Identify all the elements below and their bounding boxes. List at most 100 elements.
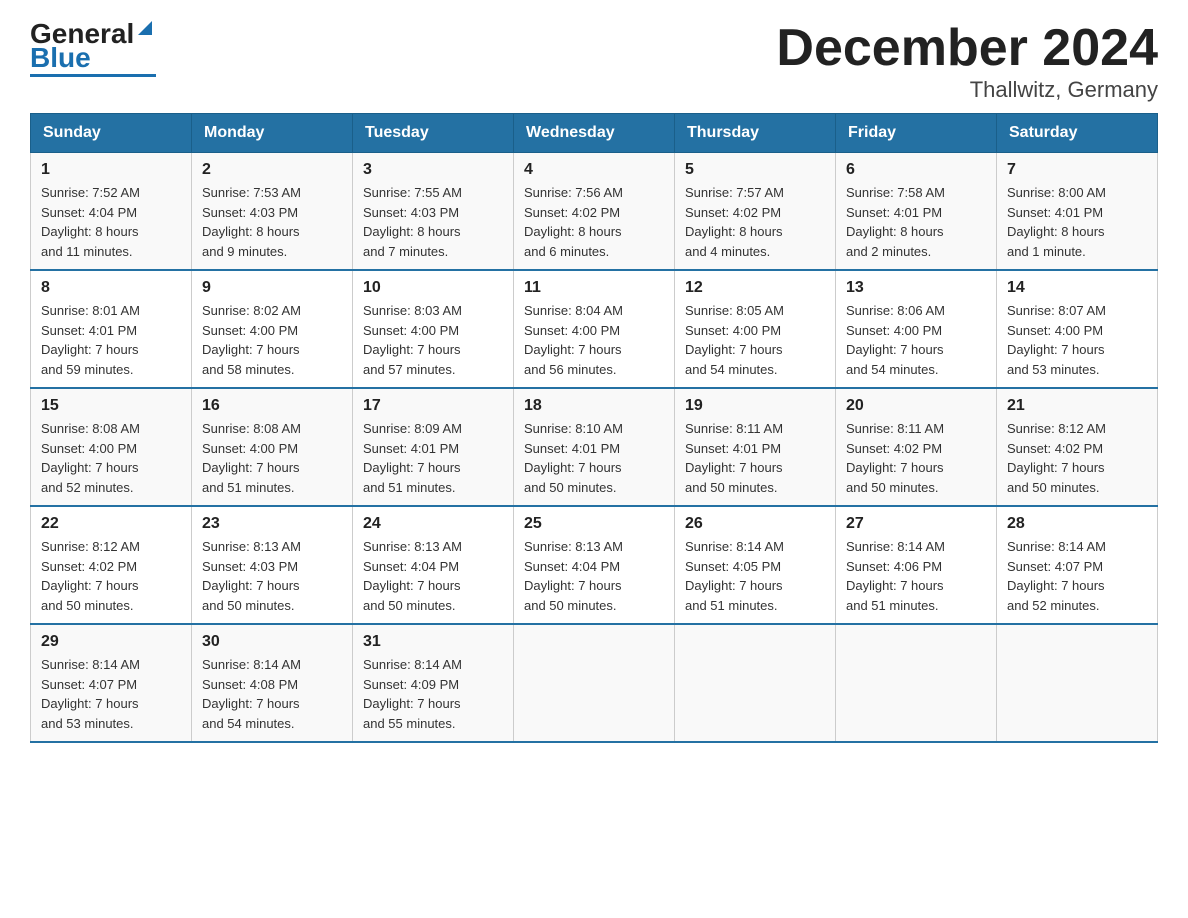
day-number: 1 (41, 161, 181, 179)
day-number: 4 (524, 161, 664, 179)
day-info: Sunrise: 7:57 AMSunset: 4:02 PMDaylight:… (685, 183, 825, 261)
day-info: Sunrise: 8:14 AMSunset: 4:09 PMDaylight:… (363, 655, 503, 733)
day-info: Sunrise: 8:14 AMSunset: 4:07 PMDaylight:… (1007, 537, 1147, 615)
day-number: 8 (41, 279, 181, 297)
week-row-5: 29 Sunrise: 8:14 AMSunset: 4:07 PMDaylig… (31, 624, 1158, 742)
calendar-cell (675, 624, 836, 742)
page-header: General Blue December 2024 Thallwitz, Ge… (30, 20, 1158, 103)
day-info: Sunrise: 8:09 AMSunset: 4:01 PMDaylight:… (363, 419, 503, 497)
day-info: Sunrise: 7:58 AMSunset: 4:01 PMDaylight:… (846, 183, 986, 261)
day-info: Sunrise: 8:13 AMSunset: 4:03 PMDaylight:… (202, 537, 342, 615)
day-info: Sunrise: 8:14 AMSunset: 4:06 PMDaylight:… (846, 537, 986, 615)
title-block: December 2024 Thallwitz, Germany (776, 20, 1158, 103)
day-number: 15 (41, 397, 181, 415)
day-header-thursday: Thursday (675, 114, 836, 153)
day-info: Sunrise: 7:55 AMSunset: 4:03 PMDaylight:… (363, 183, 503, 261)
day-info: Sunrise: 8:11 AMSunset: 4:02 PMDaylight:… (846, 419, 986, 497)
day-number: 31 (363, 633, 503, 651)
calendar-cell: 13 Sunrise: 8:06 AMSunset: 4:00 PMDaylig… (836, 270, 997, 388)
day-header-sunday: Sunday (31, 114, 192, 153)
day-number: 26 (685, 515, 825, 533)
day-number: 12 (685, 279, 825, 297)
day-number: 29 (41, 633, 181, 651)
calendar-cell: 26 Sunrise: 8:14 AMSunset: 4:05 PMDaylig… (675, 506, 836, 624)
calendar-cell: 28 Sunrise: 8:14 AMSunset: 4:07 PMDaylig… (997, 506, 1158, 624)
day-info: Sunrise: 8:06 AMSunset: 4:00 PMDaylight:… (846, 301, 986, 379)
calendar-cell: 5 Sunrise: 7:57 AMSunset: 4:02 PMDayligh… (675, 153, 836, 271)
logo: General Blue (30, 20, 156, 77)
day-number: 7 (1007, 161, 1147, 179)
day-info: Sunrise: 8:14 AMSunset: 4:05 PMDaylight:… (685, 537, 825, 615)
calendar-cell: 19 Sunrise: 8:11 AMSunset: 4:01 PMDaylig… (675, 388, 836, 506)
day-info: Sunrise: 8:10 AMSunset: 4:01 PMDaylight:… (524, 419, 664, 497)
day-number: 14 (1007, 279, 1147, 297)
week-row-3: 15 Sunrise: 8:08 AMSunset: 4:00 PMDaylig… (31, 388, 1158, 506)
day-number: 13 (846, 279, 986, 297)
day-number: 6 (846, 161, 986, 179)
calendar-body: 1 Sunrise: 7:52 AMSunset: 4:04 PMDayligh… (31, 153, 1158, 743)
day-info: Sunrise: 8:13 AMSunset: 4:04 PMDaylight:… (524, 537, 664, 615)
calendar-cell: 18 Sunrise: 8:10 AMSunset: 4:01 PMDaylig… (514, 388, 675, 506)
day-info: Sunrise: 8:12 AMSunset: 4:02 PMDaylight:… (1007, 419, 1147, 497)
day-info: Sunrise: 8:13 AMSunset: 4:04 PMDaylight:… (363, 537, 503, 615)
day-number: 22 (41, 515, 181, 533)
day-info: Sunrise: 8:14 AMSunset: 4:08 PMDaylight:… (202, 655, 342, 733)
day-number: 27 (846, 515, 986, 533)
calendar-cell: 16 Sunrise: 8:08 AMSunset: 4:00 PMDaylig… (192, 388, 353, 506)
day-info: Sunrise: 7:53 AMSunset: 4:03 PMDaylight:… (202, 183, 342, 261)
day-number: 17 (363, 397, 503, 415)
day-info: Sunrise: 8:02 AMSunset: 4:00 PMDaylight:… (202, 301, 342, 379)
calendar-cell: 12 Sunrise: 8:05 AMSunset: 4:00 PMDaylig… (675, 270, 836, 388)
day-info: Sunrise: 8:07 AMSunset: 4:00 PMDaylight:… (1007, 301, 1147, 379)
day-header-saturday: Saturday (997, 114, 1158, 153)
day-number: 20 (846, 397, 986, 415)
calendar-cell: 15 Sunrise: 8:08 AMSunset: 4:00 PMDaylig… (31, 388, 192, 506)
day-info: Sunrise: 8:03 AMSunset: 4:00 PMDaylight:… (363, 301, 503, 379)
page-title: December 2024 (776, 20, 1158, 77)
calendar-cell: 11 Sunrise: 8:04 AMSunset: 4:00 PMDaylig… (514, 270, 675, 388)
calendar-cell: 23 Sunrise: 8:13 AMSunset: 4:03 PMDaylig… (192, 506, 353, 624)
day-number: 25 (524, 515, 664, 533)
day-info: Sunrise: 7:52 AMSunset: 4:04 PMDaylight:… (41, 183, 181, 261)
day-number: 28 (1007, 515, 1147, 533)
calendar-cell: 14 Sunrise: 8:07 AMSunset: 4:00 PMDaylig… (997, 270, 1158, 388)
calendar-cell: 27 Sunrise: 8:14 AMSunset: 4:06 PMDaylig… (836, 506, 997, 624)
day-header-tuesday: Tuesday (353, 114, 514, 153)
calendar-cell: 17 Sunrise: 8:09 AMSunset: 4:01 PMDaylig… (353, 388, 514, 506)
day-number: 16 (202, 397, 342, 415)
logo-blue-text: Blue (30, 44, 91, 72)
day-number: 9 (202, 279, 342, 297)
page-subtitle: Thallwitz, Germany (776, 77, 1158, 103)
calendar-cell: 22 Sunrise: 8:12 AMSunset: 4:02 PMDaylig… (31, 506, 192, 624)
day-info: Sunrise: 8:05 AMSunset: 4:00 PMDaylight:… (685, 301, 825, 379)
calendar-cell: 20 Sunrise: 8:11 AMSunset: 4:02 PMDaylig… (836, 388, 997, 506)
week-row-1: 1 Sunrise: 7:52 AMSunset: 4:04 PMDayligh… (31, 153, 1158, 271)
calendar-cell: 4 Sunrise: 7:56 AMSunset: 4:02 PMDayligh… (514, 153, 675, 271)
day-header-row: SundayMondayTuesdayWednesdayThursdayFrid… (31, 114, 1158, 153)
calendar-cell: 8 Sunrise: 8:01 AMSunset: 4:01 PMDayligh… (31, 270, 192, 388)
day-info: Sunrise: 8:01 AMSunset: 4:01 PMDaylight:… (41, 301, 181, 379)
week-row-4: 22 Sunrise: 8:12 AMSunset: 4:02 PMDaylig… (31, 506, 1158, 624)
calendar-cell: 6 Sunrise: 7:58 AMSunset: 4:01 PMDayligh… (836, 153, 997, 271)
day-info: Sunrise: 8:08 AMSunset: 4:00 PMDaylight:… (41, 419, 181, 497)
day-number: 23 (202, 515, 342, 533)
calendar-cell: 31 Sunrise: 8:14 AMSunset: 4:09 PMDaylig… (353, 624, 514, 742)
week-row-2: 8 Sunrise: 8:01 AMSunset: 4:01 PMDayligh… (31, 270, 1158, 388)
day-info: Sunrise: 8:08 AMSunset: 4:00 PMDaylight:… (202, 419, 342, 497)
calendar-cell (997, 624, 1158, 742)
day-number: 19 (685, 397, 825, 415)
calendar-cell: 1 Sunrise: 7:52 AMSunset: 4:04 PMDayligh… (31, 153, 192, 271)
calendar-cell: 2 Sunrise: 7:53 AMSunset: 4:03 PMDayligh… (192, 153, 353, 271)
day-info: Sunrise: 8:04 AMSunset: 4:00 PMDaylight:… (524, 301, 664, 379)
day-info: Sunrise: 8:11 AMSunset: 4:01 PMDaylight:… (685, 419, 825, 497)
day-number: 3 (363, 161, 503, 179)
calendar-cell: 3 Sunrise: 7:55 AMSunset: 4:03 PMDayligh… (353, 153, 514, 271)
day-number: 2 (202, 161, 342, 179)
calendar-cell: 10 Sunrise: 8:03 AMSunset: 4:00 PMDaylig… (353, 270, 514, 388)
day-header-wednesday: Wednesday (514, 114, 675, 153)
day-info: Sunrise: 7:56 AMSunset: 4:02 PMDaylight:… (524, 183, 664, 261)
calendar-cell: 9 Sunrise: 8:02 AMSunset: 4:00 PMDayligh… (192, 270, 353, 388)
day-number: 5 (685, 161, 825, 179)
calendar-cell (514, 624, 675, 742)
day-info: Sunrise: 8:00 AMSunset: 4:01 PMDaylight:… (1007, 183, 1147, 261)
